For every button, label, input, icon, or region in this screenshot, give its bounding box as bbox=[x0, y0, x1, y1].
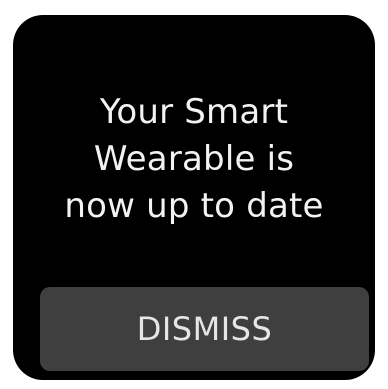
message-line-1: Your Smart bbox=[99, 92, 289, 132]
update-complete-message: Your Smart Wearable is now up to date bbox=[13, 89, 375, 230]
device-frame: Your Smart Wearable is now up to date DI… bbox=[0, 0, 388, 389]
message-line-2: Wearable is bbox=[93, 139, 295, 179]
dismiss-button[interactable]: DISMISS bbox=[40, 287, 369, 371]
watch-screen: Your Smart Wearable is now up to date DI… bbox=[13, 15, 375, 380]
message-line-3: now up to date bbox=[64, 186, 324, 226]
